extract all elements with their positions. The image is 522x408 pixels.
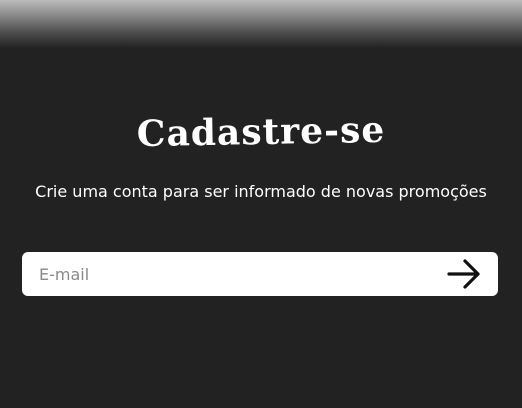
arrow-right-icon (447, 259, 480, 289)
email-field[interactable] (22, 252, 432, 296)
top-gradient (0, 0, 522, 48)
page-title: Cadastre-se (136, 108, 386, 156)
submit-button[interactable] (444, 255, 484, 293)
page-subtitle: Crie uma conta para ser informado de nov… (35, 182, 487, 201)
signup-form (22, 252, 498, 296)
